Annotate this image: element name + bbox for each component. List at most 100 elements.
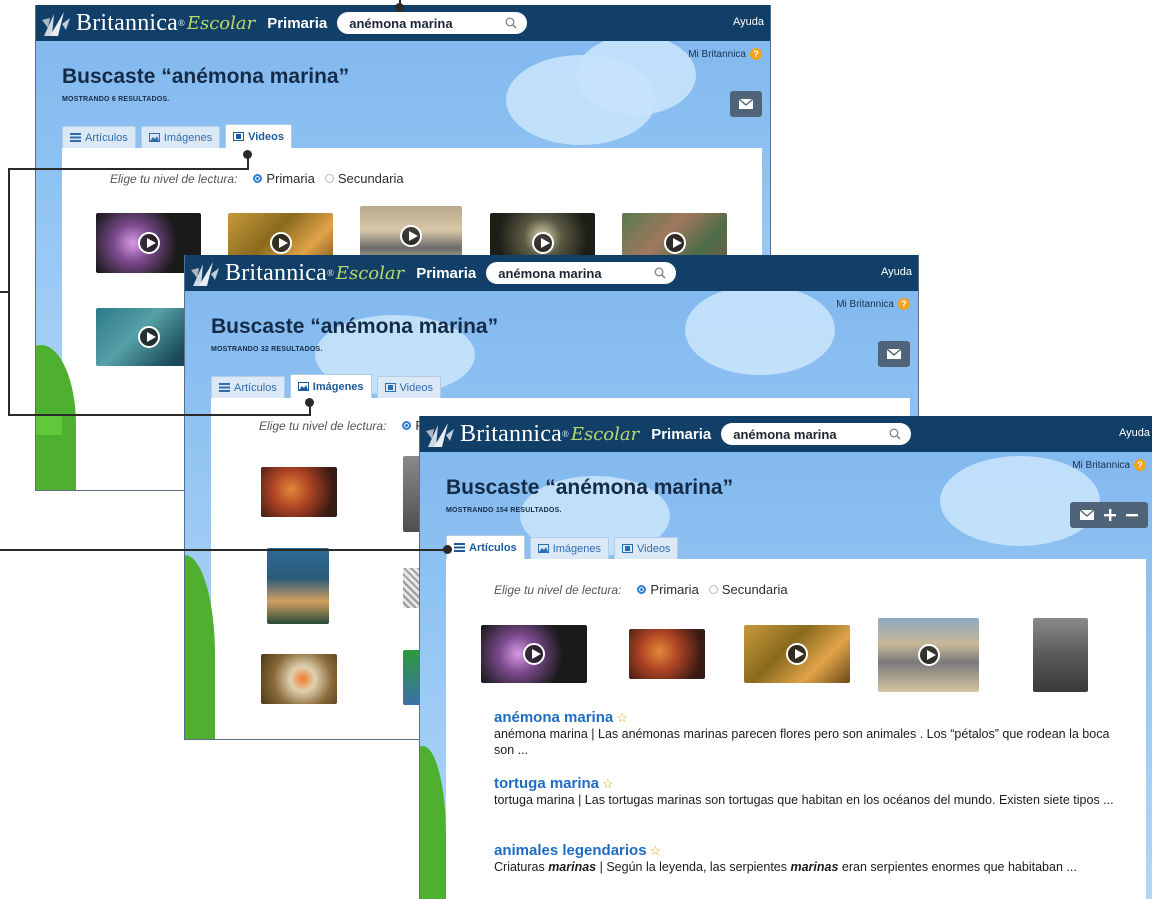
my-britannica-link[interactable]: Mi Britannica? xyxy=(688,48,762,60)
toolbox xyxy=(730,91,762,117)
tab-articles[interactable]: Artículos xyxy=(62,126,136,148)
search-box[interactable]: anémona marina xyxy=(486,262,677,284)
mail-icon[interactable] xyxy=(1080,510,1094,520)
results-count: MOSTRANDO 32 RESULTADOS. xyxy=(211,346,323,353)
play-icon[interactable] xyxy=(917,644,940,666)
page-title: Buscaste “anémona marina” xyxy=(62,65,350,88)
level-label[interactable]: Primaria xyxy=(416,265,476,282)
thistle-logo-icon xyxy=(191,262,219,286)
britannica-logo[interactable]: Britannica ® Escolar xyxy=(189,255,416,291)
tab-images[interactable]: Imágenes xyxy=(289,374,372,398)
help-badge-icon: ? xyxy=(898,298,910,310)
tab-videos[interactable]: Videos xyxy=(225,124,292,148)
result-title-link[interactable]: animales legendarios xyxy=(494,842,647,859)
play-icon[interactable] xyxy=(137,326,160,348)
play-icon[interactable] xyxy=(400,225,422,247)
my-britannica-link[interactable]: Mi Britannica? xyxy=(836,298,910,310)
star-icon[interactable]: ☆ xyxy=(650,843,662,859)
tab-images-label: Imágenes xyxy=(312,380,364,393)
callout-line xyxy=(8,168,248,170)
image-thumbnail[interactable] xyxy=(629,629,705,679)
reading-level-label: Elige tu nivel de lectura: xyxy=(259,418,387,433)
radio-secundaria[interactable]: Secundaria xyxy=(324,171,404,186)
help-link[interactable]: Ayuda xyxy=(733,16,764,28)
play-icon[interactable] xyxy=(786,643,808,665)
play-icon[interactable] xyxy=(137,232,160,254)
film-icon xyxy=(233,132,245,141)
tab-images[interactable]: Imágenes xyxy=(140,126,221,148)
video-thumbnail[interactable] xyxy=(481,625,587,683)
video-thumbnail[interactable] xyxy=(744,625,850,683)
radio-primaria[interactable]: Primaria xyxy=(253,171,315,186)
play-icon[interactable] xyxy=(269,232,292,254)
brand-registered: ® xyxy=(326,268,334,278)
email-button[interactable] xyxy=(730,91,762,117)
play-icon[interactable] xyxy=(663,232,686,254)
image-thumbnail[interactable] xyxy=(261,654,337,704)
search-icon[interactable] xyxy=(889,428,901,440)
thistle-logo-icon xyxy=(42,12,70,36)
callout-line xyxy=(0,291,10,293)
image-thumbnail[interactable] xyxy=(261,467,337,517)
radio-dot[interactable] xyxy=(402,421,412,430)
help-link[interactable]: Ayuda xyxy=(1119,427,1150,439)
video-thumbnail[interactable] xyxy=(878,618,979,692)
desc-text: eran serpientes enormes que habitaban ..… xyxy=(838,860,1077,874)
result-description: tortuga marina | Las tortugas marinas so… xyxy=(494,793,1114,807)
search-box[interactable]: anémona marina xyxy=(337,12,528,34)
help-badge-icon: ? xyxy=(750,48,762,60)
search-input[interactable]: anémona marina xyxy=(349,16,505,31)
britannica-logo[interactable]: Britannica ® Escolar xyxy=(424,416,651,452)
tab-articles[interactable]: Artículos xyxy=(211,376,285,398)
mail-icon xyxy=(887,349,901,359)
search-icon[interactable] xyxy=(654,267,666,279)
email-button[interactable] xyxy=(878,341,910,367)
plus-icon[interactable] xyxy=(1104,509,1116,521)
search-icon[interactable] xyxy=(505,17,517,29)
level-label[interactable]: Primaria xyxy=(267,15,327,32)
tool-buttons xyxy=(1070,502,1148,528)
tab-images-label: Imágenes xyxy=(552,542,601,555)
help-link[interactable]: Ayuda xyxy=(881,266,912,278)
search-input[interactable]: anémona marina xyxy=(733,427,889,442)
result-title-link[interactable]: anémona marina xyxy=(494,709,613,726)
my-britannica-link[interactable]: Mi Britannica? xyxy=(1072,459,1146,471)
tab-images[interactable]: Imágenes xyxy=(529,537,609,559)
radio-primaria-label: Primaria xyxy=(650,582,699,597)
radio-dot[interactable] xyxy=(253,174,263,183)
reading-level: Elige tu nivel de lectura: Primaria Secu… xyxy=(494,582,788,597)
search-box[interactable]: anémona marina xyxy=(721,423,912,445)
play-icon[interactable] xyxy=(523,643,545,665)
callout-dot xyxy=(443,545,452,554)
minus-icon[interactable] xyxy=(1126,509,1138,521)
reading-level-label: Elige tu nivel de lectura: xyxy=(110,171,238,186)
radio-primaria[interactable]: Primaria xyxy=(637,582,699,597)
radio-dot[interactable] xyxy=(708,585,718,594)
level-label[interactable]: Primaria xyxy=(651,426,711,443)
toolbox xyxy=(1070,502,1148,528)
tab-articles[interactable]: Artículos xyxy=(446,535,525,559)
radio-dot[interactable] xyxy=(324,174,334,183)
result-item: anémona marina ☆ anémona marina | Las ané… xyxy=(494,709,1116,758)
top-bar: Britannica ® Escolar Primaria anémona mar… xyxy=(420,416,1152,452)
image-thumbnail[interactable] xyxy=(1033,618,1088,692)
result-title-link[interactable]: tortuga marina xyxy=(494,775,599,792)
callout-dot xyxy=(395,3,404,12)
radio-dot[interactable] xyxy=(637,585,647,594)
tab-articles-label: Artículos xyxy=(469,541,517,554)
image-thumbnail[interactable] xyxy=(267,548,329,624)
desc-text: Criaturas xyxy=(494,860,549,874)
callout-line xyxy=(8,414,310,416)
radio-secundaria-label: Secundaria xyxy=(721,582,788,597)
search-input[interactable]: anémona marina xyxy=(498,266,654,281)
tab-videos[interactable]: Videos xyxy=(614,537,679,559)
tab-videos[interactable]: Videos xyxy=(376,376,441,398)
play-icon[interactable] xyxy=(531,232,554,254)
radio-secundaria[interactable]: Secundaria xyxy=(708,582,788,597)
brand-escolar: Escolar xyxy=(186,12,256,34)
help-badge-icon: ? xyxy=(1134,459,1146,471)
britannica-logo[interactable]: Britannica ® Escolar xyxy=(40,5,267,41)
callout-line xyxy=(0,549,448,551)
star-icon[interactable]: ☆ xyxy=(616,710,628,726)
star-icon[interactable]: ☆ xyxy=(602,776,614,792)
